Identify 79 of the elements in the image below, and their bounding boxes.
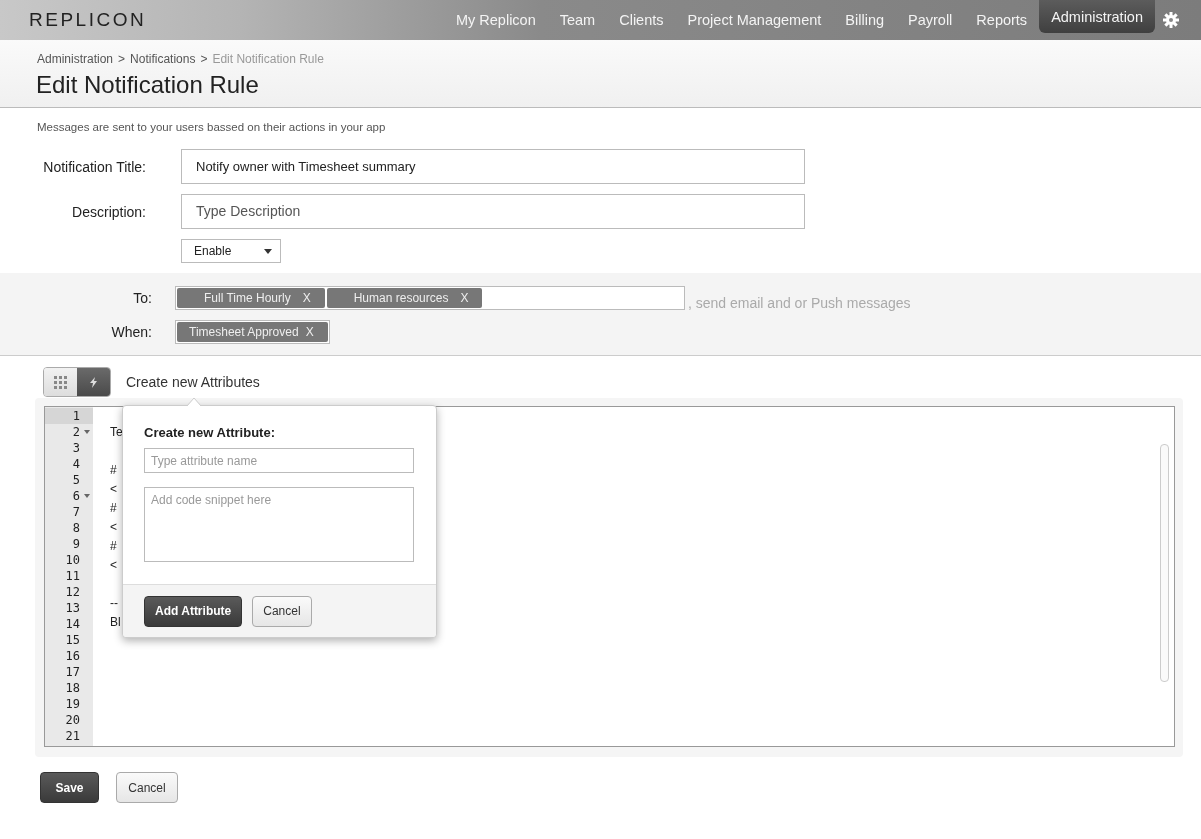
add-attribute-button[interactable]: Add Attribute bbox=[144, 595, 243, 627]
tag-text: Timesheet Approved bbox=[189, 325, 299, 339]
line-number: 19 bbox=[64, 696, 81, 712]
attribute-name-field[interactable]: Type attribute name bbox=[144, 448, 414, 473]
code-line: # bbox=[110, 463, 117, 477]
cancel-button[interactable]: Cancel bbox=[116, 772, 178, 803]
line-number: 21 bbox=[64, 728, 81, 744]
line-number: 9 bbox=[71, 536, 81, 552]
line-number: 7 bbox=[71, 504, 81, 520]
line-number: 2 bbox=[45, 424, 93, 440]
remove-tag-button[interactable]: X bbox=[302, 291, 311, 305]
line-number: 5 bbox=[71, 472, 81, 488]
save-button[interactable]: Save bbox=[40, 772, 99, 803]
fold-icon[interactable] bbox=[84, 494, 90, 498]
breadcrumb-link[interactable]: Notifications bbox=[130, 52, 196, 66]
nav-tab[interactable]: Reports bbox=[964, 4, 1040, 36]
line-number: 18 bbox=[64, 680, 81, 696]
line-number: 15 bbox=[64, 632, 81, 648]
line-number: 14 bbox=[64, 616, 81, 632]
nav-tab[interactable]: Billing bbox=[833, 4, 896, 36]
line-number: 17 bbox=[64, 664, 81, 680]
nav-tab[interactable]: Team bbox=[547, 4, 608, 36]
breadcrumb-separator: > bbox=[118, 52, 126, 66]
code-line: < bbox=[110, 482, 117, 496]
grid-icon bbox=[54, 375, 67, 389]
nav-tab[interactable]: Payroll bbox=[896, 4, 965, 36]
code-line: < bbox=[110, 558, 117, 572]
logo: REPLICON bbox=[29, 9, 147, 31]
line-number: 1 bbox=[45, 408, 93, 424]
tag-text: Human resources bbox=[353, 291, 449, 305]
status-dropdown[interactable]: Enable bbox=[181, 239, 281, 263]
line-number: 13 bbox=[64, 600, 81, 616]
tag-text: Full Time Hourly bbox=[204, 291, 291, 305]
caret-icon bbox=[264, 248, 272, 254]
line-number: 11 bbox=[64, 568, 81, 584]
scrollbar[interactable] bbox=[1160, 444, 1169, 682]
line-number: 4 bbox=[71, 456, 81, 472]
nav-tab[interactable]: Administration bbox=[1039, 0, 1155, 33]
breadcrumb-link[interactable]: Administration bbox=[37, 52, 114, 66]
nav-tab[interactable]: My Replicon bbox=[443, 4, 548, 36]
settings-icon[interactable] bbox=[1163, 12, 1179, 28]
field-label: Notification Title: bbox=[42, 158, 147, 175]
field-label: When: bbox=[110, 324, 153, 340]
code-snippet-field[interactable]: Add code snippet here bbox=[144, 487, 414, 562]
line-number: 12 bbox=[64, 584, 81, 600]
fold-icon[interactable] bbox=[84, 430, 90, 434]
lightning-icon bbox=[89, 376, 98, 388]
line-number: 8 bbox=[71, 520, 81, 536]
line-number: 6 bbox=[45, 488, 93, 504]
code-line: < bbox=[110, 520, 117, 534]
code-line: Te bbox=[110, 425, 123, 439]
breadcrumb-separator: > bbox=[200, 52, 208, 66]
nav-tab[interactable]: Project Management bbox=[675, 4, 834, 36]
field-label: Description: bbox=[71, 203, 147, 220]
breadcrumb-current: Edit Notification Rule bbox=[212, 52, 324, 66]
code-line: -- bbox=[110, 596, 118, 610]
remove-tag-button[interactable]: X bbox=[305, 325, 314, 339]
intro-text: Messages are sent to your users bassed on their actions in your app bbox=[37, 121, 387, 133]
popover-title: Create new Attribute: bbox=[144, 425, 276, 440]
view-toggle[interactable] bbox=[44, 368, 77, 396]
code-line: # bbox=[110, 539, 117, 553]
section-label: Create new Attributes bbox=[126, 374, 260, 390]
line-number: 16 bbox=[64, 648, 81, 664]
view-toggle[interactable] bbox=[77, 368, 110, 396]
line-number: 10 bbox=[64, 552, 81, 568]
title-field[interactable]: Notify owner with Timesheet summary bbox=[181, 149, 805, 184]
page-title: Edit Notification Rule bbox=[36, 71, 260, 99]
recipients-field[interactable]: Full Time Hourly X Human resources X bbox=[175, 286, 685, 310]
cancel-button[interactable]: Cancel bbox=[252, 595, 312, 627]
event-field[interactable]: Timesheet Approved X bbox=[175, 320, 330, 344]
code-line: # bbox=[110, 501, 117, 515]
nav-tab[interactable]: Clients bbox=[607, 4, 676, 36]
line-number: 20 bbox=[64, 712, 81, 728]
description-field[interactable]: Type Description bbox=[181, 194, 805, 229]
field-label: To: bbox=[132, 290, 153, 306]
remove-tag-button[interactable]: X bbox=[460, 291, 469, 305]
hint-text: , send email and or Push messages bbox=[688, 295, 911, 311]
code-line: Bl bbox=[110, 615, 121, 629]
line-number: 3 bbox=[71, 440, 81, 456]
